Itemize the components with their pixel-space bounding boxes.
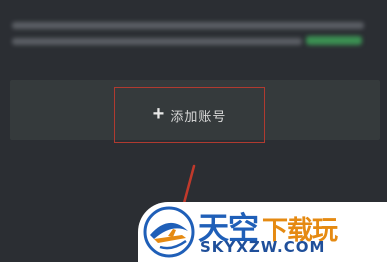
watermark-url: SKYXZW.COM xyxy=(200,238,326,256)
airplane-logo-icon xyxy=(143,206,195,258)
plus-icon: + xyxy=(152,102,165,125)
blurred-description-line xyxy=(12,38,302,45)
add-account-label: 添加账号 xyxy=(170,108,227,124)
watermark-brand: 天空 下载玩 xyxy=(198,203,338,246)
blurred-help-link[interactable] xyxy=(306,36,362,45)
blurred-description-line xyxy=(12,22,364,29)
app-screen: + 添加账号 天空 下载玩 SKYXZW.COM xyxy=(0,0,387,262)
add-account-button[interactable]: + 添加账号 xyxy=(114,87,265,143)
